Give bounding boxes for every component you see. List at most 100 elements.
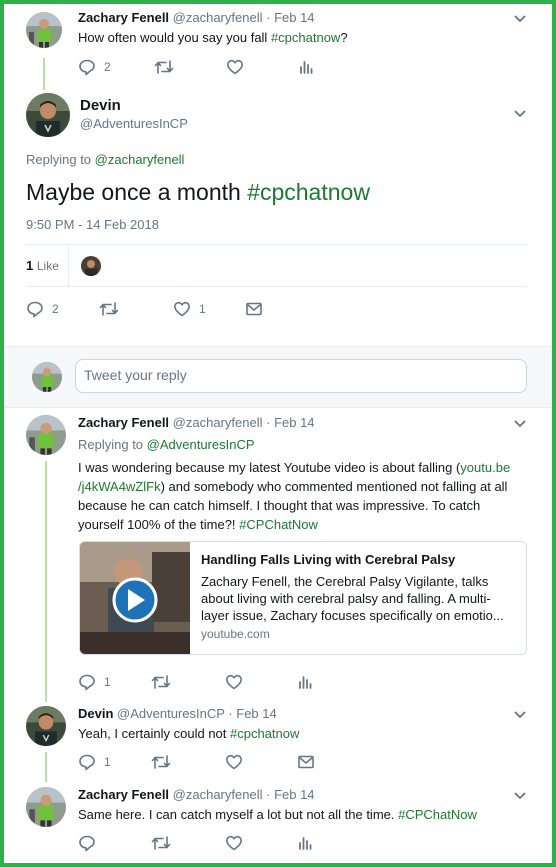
like-button[interactable] [225,672,243,692]
tweet-header: Zachary Fenell @zacharyfenell · Feb 14 [78,787,315,802]
reply-button[interactable]: 2 [26,299,59,319]
tweet-header: Devin [80,97,121,114]
mention-link[interactable]: @AdventuresInCP [147,437,255,452]
reply-composer: Tweet your reply [4,346,552,408]
tweet-header: Zachary Fenell @zacharyfenell · Feb 14 [78,10,315,25]
hashtag-link[interactable]: #CPChatNow [398,807,477,822]
tweet-date[interactable]: Feb 14 [236,706,276,721]
tweet-text: Maybe once a month #cpchatnow [26,177,370,207]
message-button[interactable] [245,299,263,319]
analytics-button[interactable] [298,57,314,77]
display-name[interactable]: Devin [78,706,113,721]
replying-to: Replying to @AdventuresInCP [78,435,255,454]
card-description-line: Zachary Fenell, the Cerebral Palsy Vigil… [201,574,489,589]
tweet-date[interactable]: Feb 14 [274,10,314,25]
replying-label: Replying to [26,152,95,167]
user-handle[interactable]: @AdventuresInCP [80,116,188,131]
retweet-button[interactable] [151,752,171,772]
video-thumbnail[interactable] [80,542,190,654]
reply-count: 2 [104,60,111,74]
retweet-button[interactable] [99,299,119,319]
divider [26,286,527,287]
like-button[interactable]: 1 [173,299,206,319]
avatar[interactable] [26,12,62,48]
tweet-actions: 1 [78,752,378,772]
tweet-timestamp[interactable]: 9:50 PM - 14 Feb 2018 [26,215,159,234]
tweet-text-line: yourself 100% of the time?! #CPChatNow [78,515,538,534]
mention-link[interactable]: @zacharyfenell [95,152,185,167]
avatar[interactable] [26,93,70,137]
replying-label: Replying to [78,437,147,452]
user-handle[interactable]: @AdventuresInCP [117,706,225,721]
tweet-text-body: ) and somebody who commented mentioned n… [160,479,508,494]
tweet-date[interactable]: Feb 14 [274,415,314,430]
retweet-icon [154,60,174,74]
separator: · [228,706,233,721]
card-description-line: about living with cerebral palsy and fal… [201,591,491,606]
chevron-down-icon[interactable] [513,791,527,801]
chevron-down-icon[interactable] [513,710,527,720]
like-icon [226,835,242,851]
display-name[interactable]: Zachary Fenell [78,787,169,802]
like-icon [226,674,242,690]
like-button[interactable] [226,57,244,77]
thread-line [45,752,47,782]
display-name[interactable]: Devin [80,97,121,114]
reply-button[interactable]: 2 [78,57,111,77]
avatar[interactable] [26,787,66,827]
avatar[interactable] [26,706,66,746]
card-domain: youtube.com [201,627,270,641]
stats-separator [68,244,69,286]
card-title[interactable]: Handling Falls Living with Cerebral Pals… [201,552,455,567]
reply-button[interactable]: 1 [78,672,111,692]
like-button[interactable] [225,833,243,853]
hashtag-link[interactable]: #cpchatnow [230,726,299,741]
likes-summary[interactable]: 1 Like [26,256,59,276]
tweet-text-body: Yeah, I certainly could not [78,726,231,741]
tweet-text: I was wondering because my latest Youtub… [78,458,538,534]
tweet-date[interactable]: Feb 14 [274,787,314,802]
hashtag-link[interactable]: #cpchatnow [247,179,370,205]
card-description-line: layer issue, Zachary focuses specificall… [201,608,504,623]
hashtag-link[interactable]: #CPChatNow [239,517,318,532]
url-link[interactable]: youtu.be [460,460,510,475]
display-name[interactable]: Zachary Fenell [78,415,169,430]
chevron-down-icon[interactable] [513,14,527,24]
retweet-button[interactable] [154,57,174,77]
like-icon [174,301,190,317]
reply-button[interactable]: 1 [78,752,111,772]
chevron-down-icon[interactable] [513,419,527,429]
message-button[interactable] [297,752,315,772]
user-handle[interactable]: @zacharyfenell [173,787,263,802]
likes-count: 1 [26,258,34,273]
message-icon [246,302,262,316]
user-handle[interactable]: @zacharyfenell [173,415,263,430]
message-icon [298,755,314,769]
chevron-down-icon[interactable] [513,109,527,119]
tweet-text-body: Same here. I can catch myself a lot but … [78,807,399,822]
analytics-icon [299,837,312,850]
like-icon [226,754,242,770]
reply-input[interactable]: Tweet your reply [75,359,527,393]
separator: · [266,415,271,430]
avatar[interactable] [26,415,66,455]
user-handle[interactable]: @zacharyfenell [173,10,263,25]
like-icon [227,59,243,75]
tweet-text-line: because he can catch himself. I thought … [78,498,481,513]
tweet-actions: 2 1 [26,299,326,319]
reply-count: 1 [104,755,111,769]
retweet-button[interactable] [151,672,171,692]
retweet-icon [151,755,171,769]
hashtag-link[interactable]: #cpchatnow [271,30,340,45]
link-preview-card[interactable]: Handling Falls Living with Cerebral Pals… [79,541,527,655]
tweet-text-body: How often would you say you fall [78,30,271,45]
reply-button[interactable] [78,833,96,853]
liker-avatar[interactable] [81,256,101,276]
display-name[interactable]: Zachary Fenell [78,10,169,25]
analytics-button[interactable] [297,833,313,853]
reply-count: 2 [52,302,59,316]
analytics-button[interactable] [297,672,313,692]
retweet-button[interactable] [151,833,171,853]
url-link[interactable]: /j4kWA4wZlFk [78,479,161,494]
like-button[interactable] [225,752,243,772]
